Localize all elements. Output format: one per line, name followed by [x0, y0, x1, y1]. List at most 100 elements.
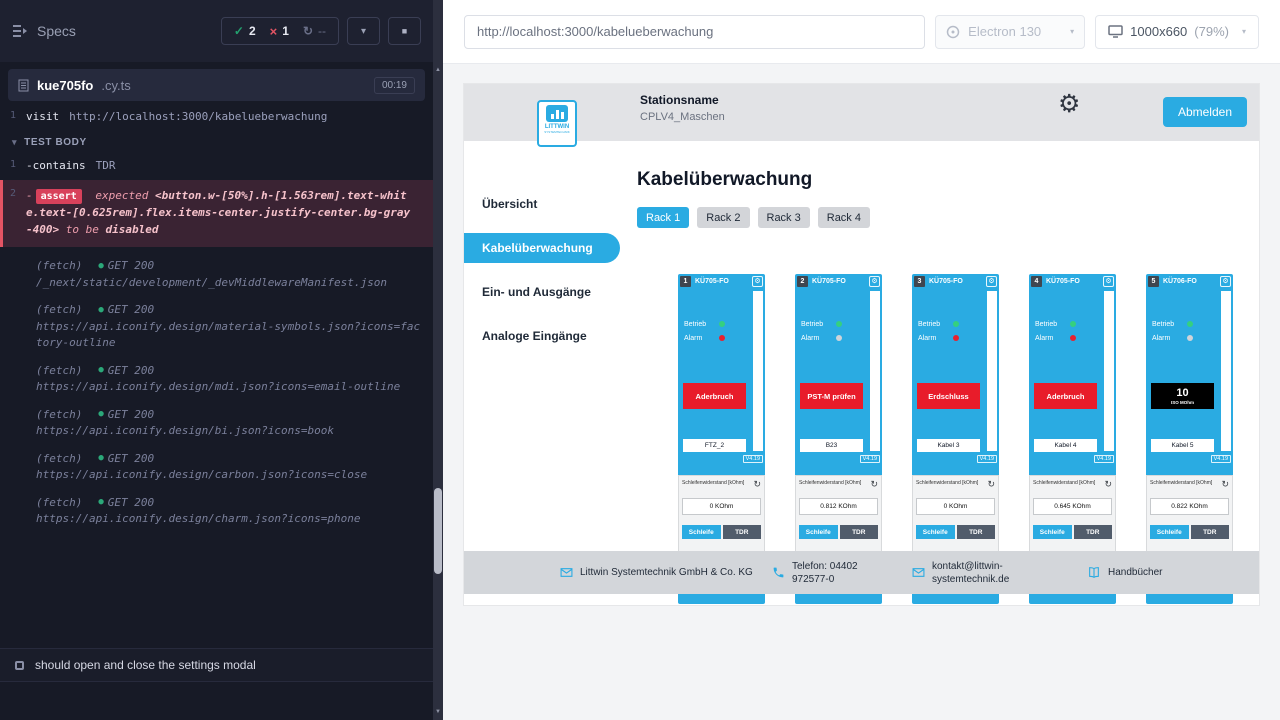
fetch-log-entry[interactable]: (fetch)●GET 200 https://api.iconify.desi… — [36, 451, 421, 484]
betrieb-label: Betrieb — [801, 321, 831, 328]
iso-value-display: 10 ISO MOhm — [1151, 383, 1214, 409]
refresh-icon[interactable]: ↻ — [987, 480, 995, 489]
schleife-button[interactable]: Schleife — [682, 525, 721, 539]
status-button[interactable]: Aderbruch — [683, 383, 746, 409]
fetch-log-entry[interactable]: (fetch)●GET 200 https://api.iconify.desi… — [36, 495, 421, 528]
alarm-indicator — [953, 335, 959, 341]
status-button[interactable]: Erdschluss — [917, 383, 980, 409]
next-test-row[interactable]: should open and close the settings modal — [0, 648, 433, 682]
assert-expected-state: disabled — [106, 223, 159, 236]
electron-icon — [946, 25, 960, 39]
resistance-label: Schleifenwiderstand [kOhm] — [799, 480, 870, 486]
scroll-up-icon[interactable]: ▲ — [433, 63, 443, 76]
level-strip — [1221, 291, 1231, 451]
scroll-down-icon[interactable]: ▼ — [433, 705, 443, 718]
tdr-button[interactable]: TDR — [1074, 525, 1113, 539]
stat-passed: ✓2 — [234, 24, 256, 38]
refresh-icon[interactable]: ↻ — [1221, 480, 1229, 489]
scrollbar-thumb[interactable] — [434, 488, 442, 574]
specs-list-icon — [12, 24, 28, 38]
fetch-log-entry[interactable]: (fetch)●GET 200 https://api.iconify.desi… — [36, 407, 421, 440]
resistance-value: 0.812 KOhm — [799, 498, 878, 515]
station-label: Stationsname — [640, 93, 725, 107]
sidebar-item-analoge-eingaenge[interactable]: Analoge Eingänge — [464, 321, 620, 351]
schleife-button[interactable]: Schleife — [799, 525, 838, 539]
specs-menu-button[interactable]: Specs — [12, 23, 76, 39]
iso-value: 10 — [1176, 388, 1188, 399]
status-dot-icon: ● — [98, 452, 103, 466]
device-gear-icon[interactable]: ⚙ — [1220, 276, 1231, 287]
fetch-url: /_next/static/development/_devMiddleware… — [36, 275, 421, 292]
status-button[interactable]: Aderbruch — [1034, 383, 1097, 409]
fetch-log-entry[interactable]: (fetch)●GET 200 /_next/static/developmen… — [36, 258, 421, 291]
device-gear-icon[interactable]: ⚙ — [752, 276, 763, 287]
schleife-button[interactable]: Schleife — [1150, 525, 1189, 539]
device-number: 5 — [1148, 276, 1159, 287]
resistance-value: 0.822 KOhm — [1150, 498, 1229, 515]
tab-rack-4[interactable]: Rack 4 — [818, 207, 870, 228]
command-name: visit — [26, 110, 59, 123]
status-dot-icon: ● — [98, 304, 103, 318]
fetch-log-entry[interactable]: (fetch)●GET 200 https://api.iconify.desi… — [36, 363, 421, 396]
cable-name: Kabel 3 — [917, 439, 980, 452]
station-name: CPLV4_Maschen — [640, 111, 725, 123]
browser-select[interactable]: Electron 130 ▾ — [935, 15, 1085, 49]
status-dot-icon: ● — [98, 496, 103, 510]
schleife-button[interactable]: Schleife — [1033, 525, 1072, 539]
url-input[interactable] — [464, 15, 925, 49]
sidebar-item-uebersicht[interactable]: Übersicht — [464, 189, 620, 219]
chevron-down-icon: ▾ — [1236, 27, 1246, 36]
logout-button[interactable]: Abmelden — [1163, 97, 1247, 127]
device-model: KÜ705-FO — [811, 278, 866, 285]
sidebar-item-kabelueberwachung[interactable]: Kabelüberwachung — [464, 233, 620, 263]
device-gear-icon[interactable]: ⚙ — [986, 276, 997, 287]
reporter-scrollbar[interactable]: ▲ ▼ — [433, 0, 443, 720]
firmware-version: V4.19 — [743, 455, 763, 463]
contains-command-line[interactable]: 1 -containsTDR — [0, 155, 433, 177]
resistance-value: 0 KOhm — [682, 498, 761, 515]
fetch-url: https://api.iconify.design/carbon.json?i… — [36, 467, 421, 484]
refresh-icon[interactable]: ↻ — [870, 480, 878, 489]
device-gear-icon[interactable]: ⚙ — [869, 276, 880, 287]
test-body-section[interactable]: ▾ TEST BODY — [0, 128, 433, 155]
viewport-select[interactable]: 1000x660 (79%) ▾ — [1095, 15, 1259, 49]
tdr-button[interactable]: TDR — [723, 525, 762, 539]
spec-name: kue705fo — [37, 78, 93, 93]
footer-company: Littwin Systemtechnik GmbH & Co. KG — [560, 566, 756, 579]
refresh-icon[interactable]: ↻ — [1104, 480, 1112, 489]
footer-manuals[interactable]: Handbücher — [1087, 566, 1162, 579]
betrieb-indicator — [836, 321, 842, 327]
settings-gear-icon[interactable]: ⚙ — [1058, 92, 1080, 117]
refresh-icon[interactable]: ↻ — [753, 480, 761, 489]
stop-tests-button[interactable]: ■ — [388, 17, 421, 45]
collapse-reporter-button[interactable]: ▾ — [347, 17, 380, 45]
resistance-label: Schleifenwiderstand [kOhm] — [916, 480, 987, 486]
test-stats[interactable]: ✓2 ×1 ↻-- — [221, 17, 339, 45]
tab-rack-1[interactable]: Rack 1 — [637, 207, 689, 228]
preview-pane: Electron 130 ▾ 1000x660 (79%) ▾ LITTWIN … — [443, 0, 1280, 720]
visit-command-line[interactable]: 1 visithttp://localhost:3000/kabelueberw… — [0, 106, 433, 128]
level-strip — [753, 291, 763, 451]
schleife-button[interactable]: Schleife — [916, 525, 955, 539]
tab-rack-2[interactable]: Rack 2 — [697, 207, 749, 228]
app-sidebar: Übersicht Kabelüberwachung Ein- und Ausg… — [464, 141, 620, 605]
device-gear-icon[interactable]: ⚙ — [1103, 276, 1114, 287]
littwin-logo: LITTWIN SYSTEMTECHNIK — [537, 100, 577, 147]
fetch-log-entry[interactable]: (fetch)●GET 200 https://api.iconify.desi… — [36, 302, 421, 352]
firmware-version: V4.19 — [1094, 455, 1114, 463]
stat-failed: ×1 — [270, 24, 289, 39]
tab-rack-3[interactable]: Rack 3 — [758, 207, 810, 228]
iso-unit: ISO MOhm — [1171, 400, 1194, 405]
tdr-button[interactable]: TDR — [957, 525, 996, 539]
betrieb-indicator — [1187, 321, 1193, 327]
alarm-label: Alarm — [801, 335, 831, 342]
status-dot-icon: ● — [98, 408, 103, 422]
tdr-button[interactable]: TDR — [840, 525, 879, 539]
tdr-button[interactable]: TDR — [1191, 525, 1230, 539]
failed-assert-line[interactable]: 2 -assert expected <button.w-[50%].h-[1.… — [0, 180, 433, 248]
status-button[interactable]: PST-M prüfen — [800, 383, 863, 409]
spec-header[interactable]: kue705fo .cy.ts 00:19 — [8, 69, 425, 101]
sidebar-item-ein-und-ausgaenge[interactable]: Ein- und Ausgänge — [464, 277, 620, 307]
line-number: 1 — [0, 109, 26, 125]
spec-file-icon — [18, 79, 29, 92]
